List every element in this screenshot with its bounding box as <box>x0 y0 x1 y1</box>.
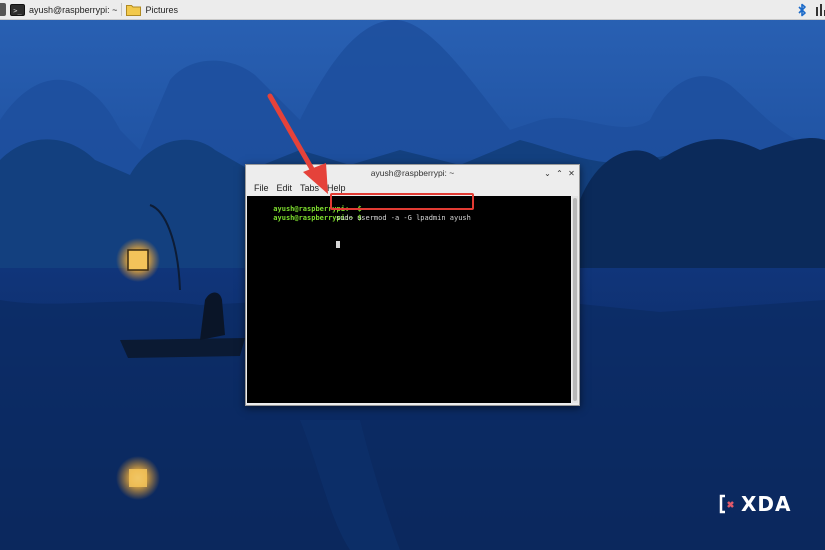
xda-watermark: XDA <box>718 490 792 518</box>
bluetooth-icon[interactable] <box>795 3 809 17</box>
text-cursor <box>336 241 340 248</box>
command-highlight-box <box>330 193 474 210</box>
window-controls: ⌄ ⌃ ✕ <box>541 165 577 181</box>
folder-icon <box>126 4 142 16</box>
menu-file[interactable]: File <box>250 181 273 195</box>
window-titlebar[interactable]: ayush@raspberrypi: ~ ⌄ ⌃ ✕ <box>246 165 579 181</box>
menu-tabs[interactable]: Tabs <box>296 181 323 195</box>
network-icon[interactable] <box>815 3 825 17</box>
menu-edit[interactable]: Edit <box>273 181 297 195</box>
taskbar-filemanager-label: Pictures <box>145 4 178 15</box>
taskbar-terminal-label: ayush@raspberrypi: ~ <box>29 4 118 15</box>
terminal-command-text: sudo usermod -a -G lpadmin ayush <box>336 214 471 222</box>
minimize-icon[interactable]: ⌄ <box>542 168 553 179</box>
terminal-icon: >_ <box>10 3 25 16</box>
watermark-text: XDA <box>741 492 792 516</box>
taskbar-terminal-task[interactable]: >_ ayush@raspberrypi: ~ <box>6 0 121 19</box>
window-title: ayush@raspberrypi: ~ <box>370 168 455 178</box>
taskbar: >_ ayush@raspberrypi: ~ Pictures <box>0 0 825 20</box>
cursor-line <box>336 241 471 250</box>
xda-logo-icon <box>719 494 734 514</box>
system-tray <box>795 0 825 19</box>
maximize-icon[interactable]: ⌃ <box>554 168 565 179</box>
close-icon[interactable]: ✕ <box>566 168 577 179</box>
scrollbar-thumb[interactable] <box>573 198 577 401</box>
terminal-scrollbar[interactable] <box>572 196 578 403</box>
taskbar-filemanager-task[interactable]: Pictures <box>122 0 182 19</box>
